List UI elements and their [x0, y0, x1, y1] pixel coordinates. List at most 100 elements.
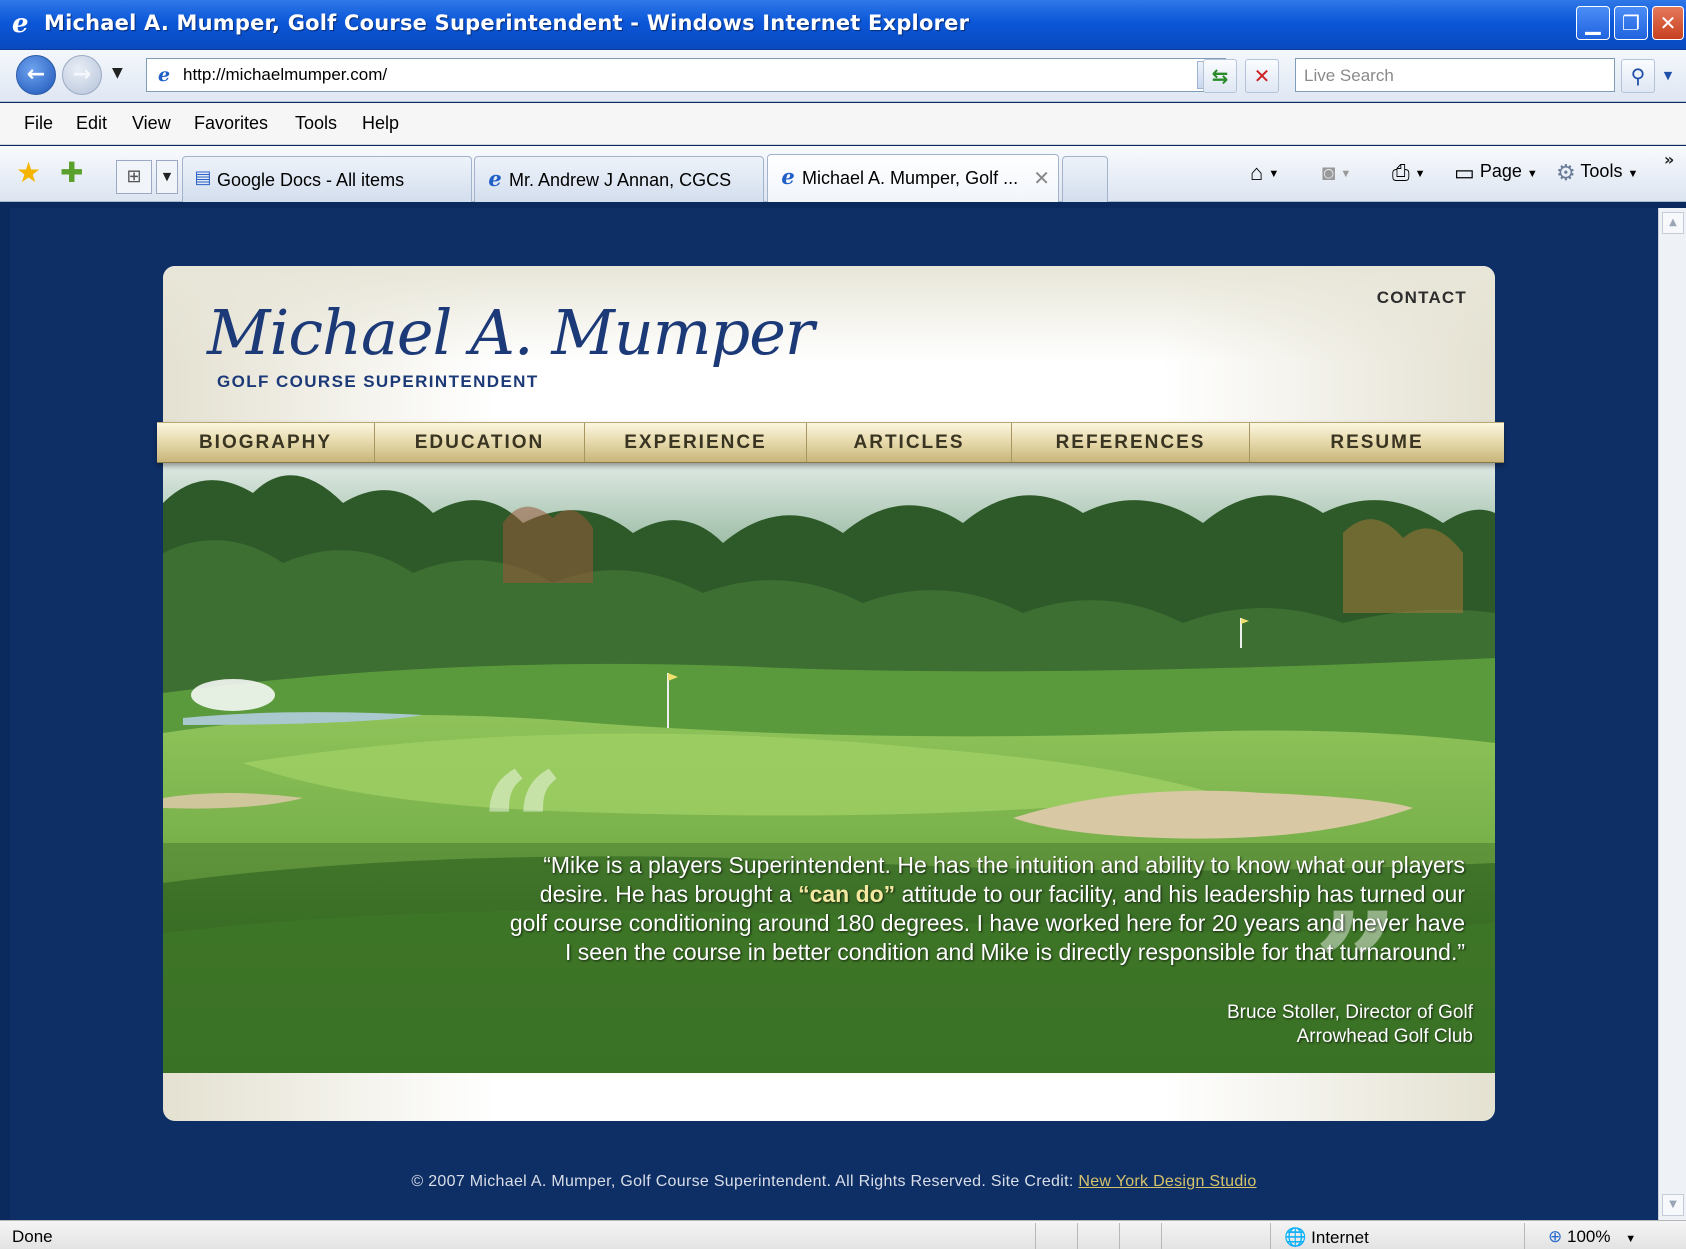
close-tab-icon[interactable]: ✕	[1033, 166, 1050, 190]
caret-down-icon: ▼	[1414, 168, 1426, 180]
ie-logo-icon: e	[12, 9, 29, 39]
quick-tabs-button[interactable]: ⊞	[116, 160, 152, 194]
site-logo-script[interactable]: Michael A. Mumper	[207, 296, 815, 369]
menu-tools[interactable]: Tools	[295, 113, 337, 134]
zone-label: Internet	[1311, 1228, 1369, 1247]
testimonial-attribution: Bruce Stoller, Director of Golf Arrowhea…	[1227, 1001, 1473, 1049]
minimize-button[interactable]: ▁	[1576, 6, 1610, 40]
tab-bar: ★ ✚ ⊞ ▼ ▤ Google Docs - All items e Mr. …	[0, 146, 1686, 202]
menu-favorites[interactable]: Favorites	[194, 113, 268, 134]
tools-menu-label: Tools	[1580, 161, 1623, 181]
security-zone[interactable]: 🌐 Internet	[1284, 1227, 1369, 1248]
status-divider	[1161, 1223, 1162, 1249]
globe-icon: 🌐	[1284, 1227, 1307, 1247]
quote-emphasis: “can do”	[798, 881, 896, 907]
zoom-control[interactable]: ⊕ 100% ▼	[1548, 1227, 1636, 1247]
url-input[interactable]	[181, 62, 1181, 88]
search-field[interactable]	[1295, 58, 1615, 92]
scroll-down-arrow-icon[interactable]: ▼	[1662, 1194, 1684, 1216]
testimonial-quote: “Mike is a players Superintendent. He ha…	[503, 851, 1465, 967]
gear-icon: ⚙	[1556, 160, 1576, 185]
arrow-right-icon: →	[72, 62, 92, 87]
site-logo-subtitle: GOLF COURSE SUPERINTENDENT	[217, 372, 539, 391]
caret-down-icon: ▼	[162, 170, 172, 183]
new-tab-button[interactable]	[1062, 156, 1108, 202]
window-title: Michael A. Mumper, Golf Course Superinte…	[44, 11, 970, 35]
ie-page-icon: e	[781, 164, 795, 189]
arrow-left-icon: ←	[26, 62, 46, 87]
scroll-up-arrow-icon[interactable]: ▲	[1662, 212, 1684, 234]
caret-down-icon: ▼	[1268, 168, 1280, 180]
print-button[interactable]: ⎙ ▼	[1392, 160, 1426, 186]
printer-icon: ⎙	[1392, 160, 1410, 185]
refresh-button[interactable]: ⇆	[1203, 59, 1237, 93]
site-footer: © 2007 Michael A. Mumper, Golf Course Su…	[10, 1173, 1658, 1191]
nav-experience[interactable]: EXPERIENCE	[585, 423, 807, 462]
tab-list-button[interactable]: ▼	[156, 160, 178, 194]
tab-andrew-annan[interactable]: e Mr. Andrew J Annan, CGCS	[474, 156, 764, 202]
caret-down-icon: ▼	[1663, 69, 1673, 82]
home-button[interactable]: ⌂ ▼	[1250, 160, 1279, 186]
tools-menu-button[interactable]: ⚙ Tools ▼	[1556, 160, 1638, 186]
history-dropdown[interactable]: ▼	[112, 65, 123, 81]
address-field[interactable]: e ▼	[146, 58, 1226, 92]
window-title-bar: e Michael A. Mumper, Golf Course Superin…	[0, 0, 1686, 50]
caret-down-icon: ▼	[1627, 168, 1639, 180]
more-commands-icon[interactable]: »	[1664, 150, 1674, 169]
home-icon: ⌂	[1250, 160, 1264, 185]
tab-label: Mr. Andrew J Annan, CGCS	[509, 170, 732, 190]
status-divider	[1524, 1223, 1525, 1249]
restore-button[interactable]: ❐	[1614, 6, 1648, 40]
tab-google-docs[interactable]: ▤ Google Docs - All items	[182, 156, 472, 202]
site-credit-link[interactable]: New York Design Studio	[1078, 1173, 1256, 1190]
menu-bar: File Edit View Favorites Tools Help	[0, 103, 1686, 145]
add-favorite-icon[interactable]: ✚	[60, 156, 83, 190]
menu-edit[interactable]: Edit	[76, 113, 107, 134]
search-options-dropdown[interactable]: ▼	[1658, 59, 1678, 93]
back-button[interactable]: ←	[16, 55, 56, 95]
page-menu-label: Page	[1479, 161, 1522, 181]
address-toolbar: ← → ▼ e ▼ ⇆ ✕ ⚲ ▼	[0, 50, 1686, 102]
nav-references[interactable]: REFERENCES	[1012, 423, 1250, 462]
nav-biography[interactable]: BIOGRAPHY	[157, 423, 375, 462]
page-icon: ▭	[1454, 160, 1475, 185]
close-window-button[interactable]: ✕	[1652, 6, 1684, 40]
golf-course-illustration	[163, 463, 1495, 1073]
status-bar: Done 🌐 Internet ⊕ 100% ▼	[0, 1220, 1686, 1249]
tab-michael-mumper[interactable]: e Michael A. Mumper, Golf ... ✕	[767, 154, 1059, 202]
caret-down-icon: ▼	[112, 65, 123, 81]
status-divider	[1035, 1223, 1036, 1249]
search-input[interactable]	[1302, 63, 1602, 89]
favorites-star-icon[interactable]: ★	[16, 156, 41, 190]
zoom-icon: ⊕	[1548, 1227, 1563, 1246]
caret-down-icon: ▼	[1526, 168, 1538, 180]
caret-down-icon: ▼	[1625, 1233, 1637, 1245]
refresh-icon: ⇆	[1211, 64, 1229, 88]
menu-help[interactable]: Help	[362, 113, 399, 134]
ie-page-icon: e	[488, 166, 502, 191]
vertical-scrollbar[interactable]: ▲ ▼	[1658, 208, 1686, 1220]
nav-resume[interactable]: RESUME	[1250, 423, 1504, 462]
status-divider	[1119, 1223, 1120, 1249]
menu-view[interactable]: View	[132, 113, 171, 134]
nav-articles[interactable]: ARTICLES	[807, 423, 1012, 462]
nav-education[interactable]: EDUCATION	[375, 423, 585, 462]
grid-icon: ⊞	[126, 166, 142, 187]
forward-button[interactable]: →	[62, 55, 102, 95]
magnifier-icon: ⚲	[1630, 64, 1646, 88]
page-menu-button[interactable]: ▭ Page ▼	[1454, 160, 1538, 186]
status-text: Done	[12, 1227, 53, 1246]
feeds-button[interactable]: ◙ ▼	[1322, 160, 1351, 186]
menu-file[interactable]: File	[24, 113, 53, 134]
hero-golf-course-image: “ ” “Mike is a players Superintendent. H…	[163, 463, 1495, 1073]
attribution-name: Bruce Stoller, Director of Golf	[1226, 1002, 1473, 1023]
document-icon: ▤	[194, 167, 212, 188]
ie-page-icon: e	[157, 64, 171, 86]
status-divider	[1270, 1223, 1271, 1249]
stop-button[interactable]: ✕	[1245, 59, 1279, 93]
search-button[interactable]: ⚲	[1621, 59, 1655, 93]
caret-down-icon: ▼	[1340, 168, 1352, 180]
rss-feed-icon: ◙	[1322, 160, 1336, 185]
tab-label: Google Docs - All items	[217, 170, 405, 190]
contact-link[interactable]: CONTACT	[1377, 288, 1467, 308]
